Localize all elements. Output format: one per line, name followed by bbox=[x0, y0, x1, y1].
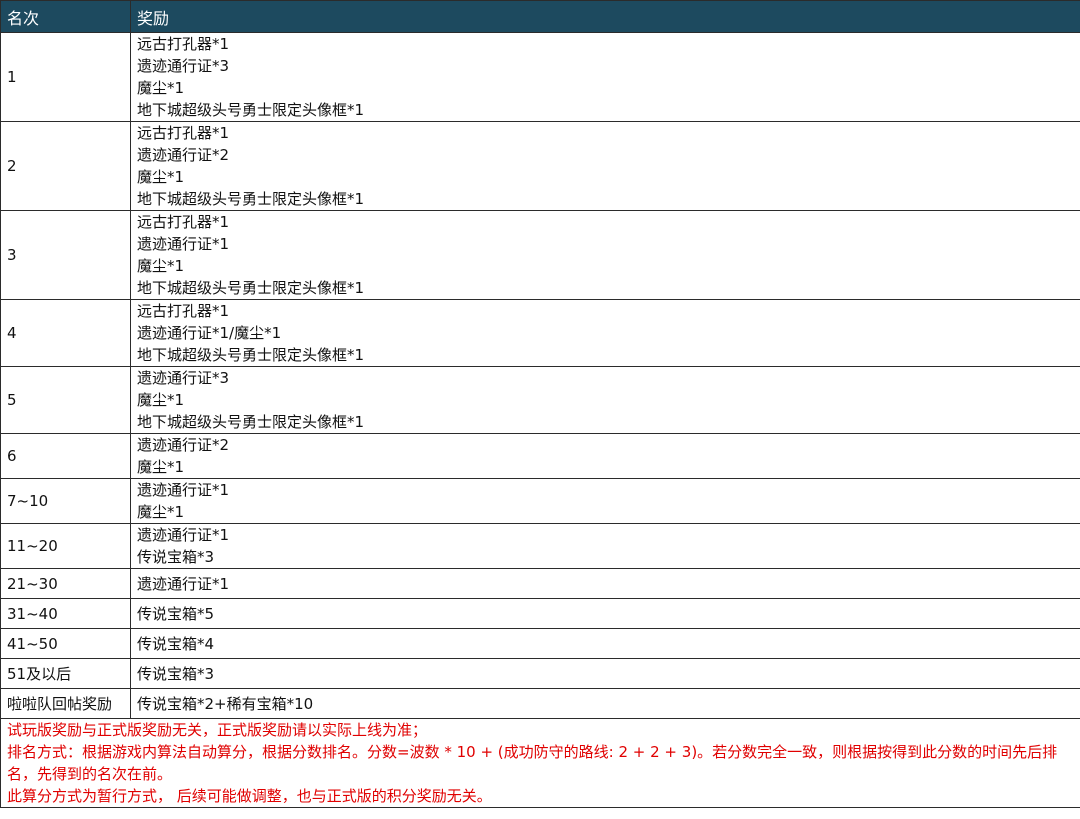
reward-item: 遗迹通行证*3 bbox=[137, 369, 230, 387]
reward-item: 魔尘*1 bbox=[137, 79, 185, 97]
reward-item: 魔尘*1 bbox=[137, 458, 185, 476]
header-rank: 名次 bbox=[0, 0, 131, 33]
notes-row: 试玩版奖励与正式版奖励无关，正式版奖励请以实际上线为准； 排名方式：根据游戏内算… bbox=[0, 718, 1080, 808]
rank-cell: 7~10 bbox=[0, 478, 131, 524]
rank-cell: 21~30 bbox=[0, 568, 131, 599]
table-row: 5 遗迹通行证*3 魔尘*1 地下城超级头号勇士限定头像框*1 bbox=[0, 366, 1080, 434]
reward-item: 魔尘*1 bbox=[137, 503, 185, 521]
reward-item: 地下城超级头号勇士限定头像框*1 bbox=[137, 346, 365, 364]
rank-cell: 5 bbox=[0, 366, 131, 434]
reward-item: 遗迹通行证*1/魔尘*1 bbox=[137, 324, 282, 342]
table-row: 51及以后 传说宝箱*3 bbox=[0, 658, 1080, 689]
table-body: 1 远古打孔器*1 遗迹通行证*3 魔尘*1 地下城超级头号勇士限定头像框*1 2 远古打孔… bbox=[0, 32, 1080, 719]
reward-cell: 遗迹通行证*1 魔尘*1 bbox=[130, 478, 1080, 524]
reward-cell: 传说宝箱*3 bbox=[130, 658, 1080, 689]
rank-cell: 3 bbox=[0, 210, 131, 300]
table-row: 3 远古打孔器*1 遗迹通行证*1 魔尘*1 地下城超级头号勇士限定头像框*1 bbox=[0, 210, 1080, 300]
rank-cell: 11~20 bbox=[0, 523, 131, 569]
table-row: 6 遗迹通行证*2 魔尘*1 bbox=[0, 433, 1080, 479]
reward-cell: 远古打孔器*1 遗迹通行证*2 魔尘*1 地下城超级头号勇士限定头像框*1 bbox=[130, 121, 1080, 211]
reward-cell: 远古打孔器*1 遗迹通行证*3 魔尘*1 地下城超级头号勇士限定头像框*1 bbox=[130, 32, 1080, 122]
reward-cell: 遗迹通行证*3 魔尘*1 地下城超级头号勇士限定头像框*1 bbox=[130, 366, 1080, 434]
reward-cell: 遗迹通行证*1 bbox=[130, 568, 1080, 599]
reward-item: 地下城超级头号勇士限定头像框*1 bbox=[137, 279, 365, 297]
table-row: 21~30 遗迹通行证*1 bbox=[0, 568, 1080, 599]
reward-cell: 传说宝箱*5 bbox=[130, 598, 1080, 629]
reward-item: 遗迹通行证*3 bbox=[137, 57, 230, 75]
reward-item: 传说宝箱*5 bbox=[137, 604, 215, 623]
reward-item: 传说宝箱*4 bbox=[137, 634, 215, 653]
notes-cell: 试玩版奖励与正式版奖励无关，正式版奖励请以实际上线为准； 排名方式：根据游戏内算… bbox=[0, 718, 1080, 808]
reward-cell: 传说宝箱*2+稀有宝箱*10 bbox=[130, 688, 1080, 719]
header-reward: 奖励 bbox=[130, 0, 1080, 33]
table-row: 11~20 遗迹通行证*1 传说宝箱*3 bbox=[0, 523, 1080, 569]
rank-cell: 6 bbox=[0, 433, 131, 479]
reward-item: 传说宝箱*3 bbox=[137, 664, 215, 683]
reward-item: 魔尘*1 bbox=[137, 391, 185, 409]
reward-item: 遗迹通行证*1 bbox=[137, 574, 230, 593]
reward-item: 魔尘*1 bbox=[137, 257, 185, 275]
header-row: 名次 奖励 bbox=[0, 0, 1080, 33]
rewards-table: 名次 奖励 1 远古打孔器*1 遗迹通行证*3 魔尘*1 地下城超级头号勇士限定头像框*… bbox=[0, 0, 1080, 808]
note-line: 排名方式：根据游戏内算法自动算分，根据分数排名。分数=波数 * 10 + (成功… bbox=[7, 743, 1058, 783]
reward-cell: 遗迹通行证*1 传说宝箱*3 bbox=[130, 523, 1080, 569]
rank-cell: 4 bbox=[0, 299, 131, 367]
reward-item: 远古打孔器*1 bbox=[137, 302, 230, 320]
table-row: 2 远古打孔器*1 遗迹通行证*2 魔尘*1 地下城超级头号勇士限定头像框*1 bbox=[0, 121, 1080, 211]
table-row: 41~50 传说宝箱*4 bbox=[0, 628, 1080, 659]
reward-item: 遗迹通行证*1 bbox=[137, 235, 230, 253]
rank-cell: 1 bbox=[0, 32, 131, 122]
reward-item: 地下城超级头号勇士限定头像框*1 bbox=[137, 101, 365, 119]
reward-cell: 远古打孔器*1 遗迹通行证*1/魔尘*1 地下城超级头号勇士限定头像框*1 bbox=[130, 299, 1080, 367]
reward-item: 远古打孔器*1 bbox=[137, 35, 230, 53]
rank-cell: 41~50 bbox=[0, 628, 131, 659]
reward-cell: 远古打孔器*1 遗迹通行证*1 魔尘*1 地下城超级头号勇士限定头像框*1 bbox=[130, 210, 1080, 300]
table-row: 1 远古打孔器*1 遗迹通行证*3 魔尘*1 地下城超级头号勇士限定头像框*1 bbox=[0, 32, 1080, 122]
reward-item: 远古打孔器*1 bbox=[137, 213, 230, 231]
rank-cell: 啦啦队回帖奖励 bbox=[0, 688, 131, 719]
reward-item: 远古打孔器*1 bbox=[137, 124, 230, 142]
reward-item: 魔尘*1 bbox=[137, 168, 185, 186]
reward-item: 传说宝箱*3 bbox=[137, 548, 215, 566]
table-row: 31~40 传说宝箱*5 bbox=[0, 598, 1080, 629]
table-row: 4 远古打孔器*1 遗迹通行证*1/魔尘*1 地下城超级头号勇士限定头像框*1 bbox=[0, 299, 1080, 367]
rank-cell: 2 bbox=[0, 121, 131, 211]
reward-item: 传说宝箱*2+稀有宝箱*10 bbox=[137, 694, 314, 713]
reward-item: 地下城超级头号勇士限定头像框*1 bbox=[137, 190, 365, 208]
reward-item: 遗迹通行证*2 bbox=[137, 436, 230, 454]
table-row: 啦啦队回帖奖励 传说宝箱*2+稀有宝箱*10 bbox=[0, 688, 1080, 719]
note-line: 试玩版奖励与正式版奖励无关，正式版奖励请以实际上线为准； bbox=[7, 721, 428, 739]
rank-cell: 31~40 bbox=[0, 598, 131, 629]
table-row: 7~10 遗迹通行证*1 魔尘*1 bbox=[0, 478, 1080, 524]
reward-cell: 遗迹通行证*2 魔尘*1 bbox=[130, 433, 1080, 479]
reward-item: 遗迹通行证*1 bbox=[137, 481, 230, 499]
reward-item: 遗迹通行证*1 bbox=[137, 526, 230, 544]
reward-item: 遗迹通行证*2 bbox=[137, 146, 230, 164]
reward-item: 地下城超级头号勇士限定头像框*1 bbox=[137, 413, 365, 431]
rank-cell: 51及以后 bbox=[0, 658, 131, 689]
reward-cell: 传说宝箱*4 bbox=[130, 628, 1080, 659]
note-line: 此算分方式为暂行方式， 后续可能做调整，也与正式版的积分奖励无关。 bbox=[7, 787, 492, 805]
